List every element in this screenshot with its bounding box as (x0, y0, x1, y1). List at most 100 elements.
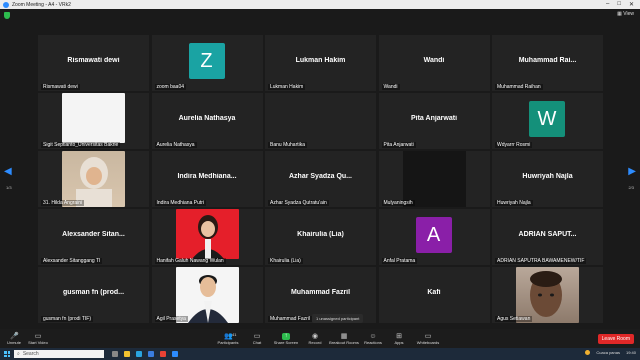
participant-tile[interactable]: Banu Muhartika (265, 93, 376, 149)
participant-display-name: Indira Medhiana... (177, 173, 237, 180)
participant-display-name: Azhar Syadza Qu... (288, 173, 353, 180)
participant-tile[interactable]: Lukman Hakim Lukman Hakim (265, 35, 376, 91)
participant-tile[interactable]: Azhar Syadza Qu... Azhar Syadza Qutratu'a… (265, 151, 376, 207)
participant-tile[interactable]: A Anfal Pratama (378, 209, 490, 265)
windows-start-icon[interactable] (4, 351, 10, 357)
maximize-icon[interactable]: □ (617, 1, 621, 8)
participant-tile[interactable]: Pita Anjarwati Pita Anjarwati (378, 93, 490, 149)
participant-display-name: ADRIAN SAPUT... (518, 231, 577, 238)
weather-label: Cuaca panas (596, 350, 620, 355)
file-explorer-icon[interactable] (124, 351, 130, 357)
participant-tile[interactable]: W Wdyarrr Rosmi (492, 93, 603, 149)
participant-tile[interactable]: Wandi Wandi (378, 35, 490, 91)
share-screen-button[interactable]: ↑ Share Screen (271, 332, 301, 345)
participant-name-label: 31. Hilda Angraini (41, 200, 85, 206)
participant-name-label: Indira Medhiana Putri (154, 200, 207, 206)
zoom-logo-icon (3, 1, 9, 8)
participant-name-label: Khairulia (Lia) (268, 258, 303, 264)
participant-name-label: Wdyarrr Rosmi (495, 142, 533, 148)
title-bar: Zoom Meeting - A4 - VRk2 – □ ✕ (0, 0, 640, 9)
whiteboards-label: Whiteboards (416, 339, 440, 345)
profile-photo (516, 267, 579, 323)
prev-page-arrow-icon[interactable]: ◀ (4, 166, 12, 177)
participant-tile[interactable]: Aurelia Nathasya Aurelia Nathasya (151, 93, 263, 149)
edge-icon[interactable] (136, 351, 142, 357)
avatar-initial: A (415, 217, 452, 253)
participant-name-label: Lukman Hakim (268, 84, 306, 90)
participant-name-label: Pita Anjarwati (381, 142, 416, 148)
participant-tile[interactable]: Agus Setiawan (492, 267, 603, 323)
next-page-arrow-icon[interactable]: ▶ (628, 166, 636, 177)
participant-tile[interactable]: Hanifah Galuh Nawang Wulan (151, 209, 263, 265)
participant-name-label: Aurelia Nathasya (154, 142, 197, 148)
search-icon: ⌕ (17, 351, 20, 357)
task-view-icon[interactable] (112, 351, 118, 357)
participant-display-name: Kafi (427, 289, 441, 296)
close-icon[interactable]: ✕ (629, 1, 634, 8)
participant-tile[interactable]: 31. Hilda Angraini (38, 151, 149, 207)
whiteboard-icon: ▭ (424, 332, 432, 340)
taskbar-search[interactable]: ⌕ Search (14, 350, 104, 358)
unmute-button[interactable]: 🎤 Unmute (2, 333, 26, 345)
participant-tile[interactable]: Kafi (378, 267, 490, 323)
unassigned-tooltip: 1 unassigned participant (312, 314, 364, 323)
chat-button[interactable]: ▭ Chat (245, 333, 269, 345)
store-icon[interactable] (148, 351, 154, 357)
whiteboards-button[interactable]: ▭ Whiteboards (413, 333, 443, 345)
participant-display-name: Lukman Hakim (295, 57, 346, 64)
zoom-app-icon[interactable] (172, 351, 178, 357)
leave-room-button[interactable]: Leave Room (597, 334, 634, 344)
start-video-button[interactable]: ▭ Start Video (26, 333, 50, 345)
view-label: View (623, 11, 634, 17)
participants-button[interactable]: 👥 Participants (213, 333, 243, 345)
profile-photo (175, 267, 239, 323)
participant-name-label: zoom baa04 (154, 84, 187, 90)
participant-display-name: Muhammad Rai... (518, 57, 577, 64)
participant-tile[interactable]: Muhammad Rai... Muhammad Raihan (492, 35, 603, 91)
participant-tile[interactable]: Indira Medhiana... Indira Medhiana Putri (151, 151, 263, 207)
participant-name-label: Anfal Pratama (381, 258, 418, 264)
participant-tile[interactable]: Zzoom baa04 (151, 35, 263, 91)
participant-tile[interactable]: Rismawati dewi Rismawati dewi (38, 35, 149, 91)
record-button[interactable]: ◉ Record (303, 333, 327, 345)
participant-tile[interactable]: Mulyaningsih (378, 151, 490, 207)
participant-tile[interactable]: ADRIAN SAPUT... ADRIAN SAPUTRA BAWAMENEW/… (492, 209, 603, 265)
participant-name-label: Huwriyah Najla (495, 200, 533, 206)
apps-button[interactable]: ⊞ Apps (387, 333, 411, 345)
participant-tile[interactable]: Alexsander Sitan... Alexsander Sitanggang… (38, 209, 149, 265)
participant-name-label: ADRIAN SAPUTRA BAWAMENEW/TIF (495, 258, 587, 264)
security-shield-icon[interactable] (4, 12, 10, 19)
record-icon: ◉ (311, 332, 319, 340)
reactions-icon: ☺ (369, 332, 377, 340)
participant-tile[interactable]: Khairulia (Lia) Khairulia (Lia) (265, 209, 376, 265)
profile-photo (175, 209, 239, 259)
participant-name-label: Rismawati dewi (41, 84, 80, 90)
participant-display-name: gusman fn (prod... (62, 289, 125, 296)
clock[interactable]: 19:40 (626, 350, 636, 355)
taskbar-apps (112, 351, 178, 357)
chrome-icon[interactable] (160, 351, 166, 357)
apps-label: Apps (394, 339, 404, 345)
breakout-rooms-button[interactable]: ▦ Breakout Rooms (329, 333, 359, 345)
participant-tile[interactable]: Agil Prasetya (151, 267, 263, 323)
weather-icon (585, 350, 591, 355)
person-silhouette-icon (191, 215, 224, 259)
participant-tile[interactable]: Huwriyah Najla Huwriyah Najla (492, 151, 603, 207)
participant-display-name: Khairulia (Lia) (297, 231, 344, 238)
unmute-label: Unmute (6, 339, 21, 345)
minimize-icon[interactable]: – (606, 1, 609, 8)
participant-tile[interactable]: gusman fn (prod... gusman fn (prodi TIF) (38, 267, 149, 323)
next-page-number: 2/3 (628, 185, 634, 190)
participant-name-label: gusman fn (prodi TIF) (41, 316, 93, 322)
reactions-button[interactable]: ☺ Reactions (361, 333, 385, 345)
reactions-label: Reactions (364, 339, 382, 345)
participants-icon: 👥 (224, 332, 233, 340)
view-button[interactable]: ▦ View (617, 11, 634, 17)
chat-label: Chat (252, 339, 262, 345)
participant-display-name: Pita Anjarwati (410, 115, 458, 122)
participant-tile[interactable]: Sigit Septianto_Universitas Bakrie (38, 93, 149, 149)
participants-count: 41 (232, 332, 237, 337)
share-screen-label: Share Screen (273, 339, 299, 345)
breakout-rooms-icon: ▦ (340, 332, 348, 340)
start-video-label: Start Video (28, 339, 48, 345)
